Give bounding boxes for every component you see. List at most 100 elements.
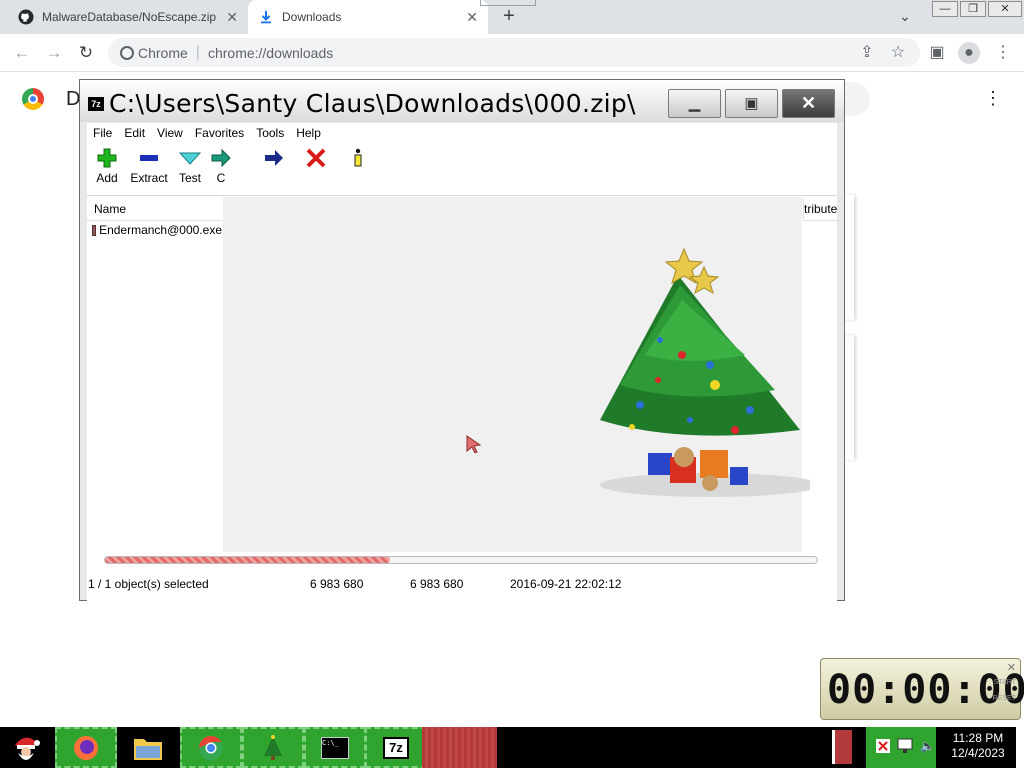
column-attributes-label: tribute	[804, 202, 838, 216]
menu-tools[interactable]: Tools	[256, 126, 284, 140]
bookmark-star-icon[interactable]: ☆	[887, 42, 909, 64]
new-tab-button[interactable]: +	[497, 6, 521, 28]
menu-favorites[interactable]: Favorites	[195, 126, 244, 140]
taskbar-active-task[interactable]	[422, 727, 497, 768]
tab-title: MalwareDatabase/NoEscape.zip	[42, 10, 217, 24]
security-alert-icon[interactable]	[876, 739, 890, 753]
copy-button[interactable]: C	[209, 147, 233, 185]
maximize-button[interactable]: ▣	[725, 89, 778, 118]
menu-kebab-icon[interactable]: ⋮	[992, 42, 1014, 64]
address-bar[interactable]: Chrome | chrome://downloads	[108, 38, 920, 67]
clock-date: 12/4/2023	[951, 746, 1005, 760]
cmd-icon: C:\_	[321, 736, 349, 759]
network-icon[interactable]	[896, 737, 914, 755]
window-controls: — ❐ ✕	[932, 0, 1024, 17]
taskbar-explorer[interactable]	[117, 727, 179, 768]
close-window-button[interactable]: ✕	[988, 1, 1022, 17]
menu-bar: File Edit View Favorites Tools Help	[87, 123, 837, 143]
column-name-label: Name	[94, 202, 127, 216]
download-icon	[261, 11, 271, 24]
exe-file-icon	[92, 224, 97, 236]
menu-help[interactable]: Help	[296, 126, 321, 140]
tab-downloads[interactable]: Downloads ✕	[248, 0, 488, 34]
taskbar-tree-app[interactable]	[242, 727, 304, 768]
menu-edit[interactable]: Edit	[124, 126, 145, 140]
tab-noescape[interactable]: MalwareDatabase/NoEscape.zip ✕	[8, 0, 248, 34]
status-packed-size: 6 983 680	[410, 577, 464, 591]
check-icon	[167, 147, 213, 171]
chrome-icon	[199, 735, 223, 760]
add-button[interactable]: Add	[84, 147, 130, 185]
page-menu-icon[interactable]: ⋮	[984, 88, 1002, 109]
status-modified: 2016-09-21 22:02:12	[510, 577, 622, 591]
copy-arrow-icon	[209, 147, 233, 171]
browser-toolbar: ← → ↻ Chrome | chrome://downloads ⇪ ☆ ▣ …	[0, 34, 1024, 72]
system-tray: 🔈	[866, 727, 936, 768]
move-button[interactable]	[251, 147, 297, 171]
test-label: Test	[178, 171, 201, 185]
omnibox-url[interactable]: chrome://downloads	[208, 45, 333, 61]
side-panel-icon[interactable]: ▣	[926, 42, 948, 64]
minus-icon	[126, 147, 172, 171]
share-icon[interactable]: ⇪	[856, 42, 878, 64]
chrome-logo-icon	[22, 88, 44, 110]
christmas-tree-icon	[264, 734, 282, 760]
taskbar-clock[interactable]: 11:28 PM 12/4/2023	[940, 731, 1016, 761]
taskbar-firefox[interactable]	[55, 727, 117, 768]
reload-button[interactable]: ↻	[75, 42, 97, 64]
forward-button[interactable]: →	[43, 42, 65, 64]
column-header-name[interactable]: Name	[87, 198, 225, 221]
taskbar-chrome[interactable]	[180, 727, 242, 768]
timer-display: 00:00:00	[827, 667, 1024, 713]
close-icon[interactable]: ✕	[226, 9, 238, 26]
status-selection: 1 / 1 object(s) selected	[88, 577, 209, 591]
close-button[interactable]: ✕	[782, 89, 835, 118]
restore-button[interactable]: ❐	[960, 1, 986, 17]
window-title: C:\Users\Santy Claus\Downloads\000.zip\	[109, 89, 636, 118]
taskbar-cmd[interactable]: C:\_	[304, 727, 366, 768]
sevenzip-icon: 7z	[383, 736, 409, 759]
file-name: Endermanch@000.exe	[99, 223, 222, 237]
profile-avatar-icon[interactable]: ●	[958, 42, 980, 64]
status-bar: 1 / 1 object(s) selected 6 983 680 6 983…	[87, 574, 837, 594]
tab-title: Downloads	[282, 10, 342, 24]
test-button[interactable]: Test	[167, 147, 213, 185]
sevenzip-titlebar[interactable]: 7z C:\Users\Santy Claus\Downloads\000.zi…	[80, 80, 844, 122]
status-size: 6 983 680	[310, 577, 364, 591]
omnibox-site: Chrome	[138, 44, 188, 61]
timer-start-button[interactable]: START	[994, 679, 1016, 686]
start-button[interactable]	[0, 727, 52, 768]
cursor-icon	[466, 435, 482, 453]
minimize-button[interactable]: ▁	[668, 89, 721, 118]
tab-search-chevron-icon[interactable]: ⌄	[896, 8, 914, 26]
tab-strip: MalwareDatabase/NoEscape.zip ✕ Downloads…	[0, 0, 1024, 34]
show-desktop-button[interactable]	[1016, 727, 1024, 768]
progress-bar	[104, 556, 818, 564]
tray-flag-icon[interactable]	[832, 730, 852, 764]
add-label: Add	[96, 171, 118, 185]
close-icon[interactable]: ✕	[466, 9, 478, 26]
github-icon	[18, 9, 34, 25]
delete-button[interactable]	[293, 147, 339, 171]
taskbar-7zip[interactable]: 7z	[365, 727, 427, 768]
firefox-icon	[74, 735, 98, 760]
volume-icon[interactable]: 🔈	[920, 739, 935, 753]
menu-file[interactable]: File	[93, 126, 112, 140]
menu-view[interactable]: View	[157, 126, 183, 140]
extract-button[interactable]: Extract	[126, 147, 172, 185]
progress-fill	[105, 557, 390, 563]
timer-widget: 00:00:00 ✕ START RESET	[820, 658, 1024, 720]
folder-icon	[134, 738, 162, 760]
plus-icon	[84, 147, 130, 171]
info-icon	[335, 147, 381, 171]
back-button[interactable]: ←	[11, 42, 33, 64]
clock-time: 11:28 PM	[952, 731, 1004, 745]
timer-reset-button[interactable]: RESET	[993, 695, 1016, 702]
timer-close-icon[interactable]: ✕	[1007, 661, 1016, 674]
column-header-attributes[interactable]: tribute	[803, 198, 838, 221]
minimize-button[interactable]: —	[932, 1, 958, 17]
sevenzip-toolbar: Add Extract Test C	[87, 143, 837, 195]
list-item[interactable]: Endermanch@000.exe	[92, 223, 222, 237]
info-button[interactable]	[335, 147, 381, 171]
extract-label: Extract	[130, 171, 168, 185]
